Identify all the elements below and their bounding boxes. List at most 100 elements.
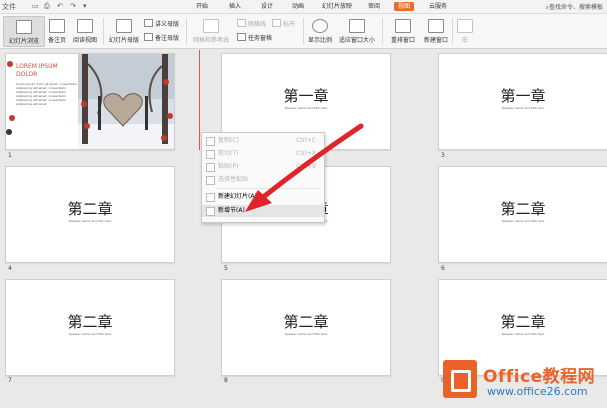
tab-insert[interactable]: 插入 [225, 2, 245, 11]
notes-page-button[interactable]: 备注页 [45, 19, 69, 44]
slide-master-label: 幻灯片母版 [108, 37, 139, 44]
menu-shortcut: Ctrl+V [296, 163, 316, 170]
menu-shortcut: Ctrl+C [296, 137, 316, 144]
divider [186, 18, 187, 44]
arrange-window-label: 重排窗口 [390, 37, 415, 44]
slide-thumbnail-8[interactable]: 第二章 Speaker name and title here [221, 279, 391, 376]
office-logo [443, 360, 477, 398]
rose-decoration [6, 61, 15, 135]
task-pane-label: 任务窗格 [248, 35, 273, 42]
grid-guides-label: 网格和参考线 [192, 37, 229, 44]
menu-item-new-section[interactable]: 新增节(A) [202, 205, 324, 217]
task-pane-button[interactable]: 任务窗格 [237, 33, 272, 42]
handout-master-label: 讲义母版 [155, 21, 180, 28]
slide-number-1: 1 [8, 152, 12, 159]
tab-review[interactable]: 审阅 [364, 2, 384, 11]
menu-item-paste-special[interactable]: 选择性粘贴 [202, 174, 324, 186]
ribbon: 幻灯片浏览 备注页 阅读视图 幻灯片母版 讲义母版 备注母版 网格和参考线 网格… [0, 14, 607, 49]
menu-item-cut[interactable]: 剪切(T) Ctrl+X [202, 148, 324, 160]
grid-guides-button[interactable]: 网格和参考线 [189, 19, 233, 44]
watermark-url: www.office26.com [487, 385, 588, 398]
watermark-brand: Office教程网 [483, 367, 596, 387]
slide-subtitle: Speaker name and title here [501, 219, 545, 223]
tab-cloud[interactable]: 云服务 [425, 2, 451, 11]
menu-separator [216, 188, 320, 189]
zoom-label: 显示比例 [307, 37, 332, 44]
reading-view-label: 阅读视图 [72, 37, 97, 44]
slide-number-3: 3 [441, 152, 445, 159]
undo-icon[interactable]: ↶ [57, 2, 63, 10]
divider [382, 18, 383, 44]
reading-view-icon [77, 19, 93, 33]
new-slide-icon [206, 193, 215, 202]
paste-special-icon [206, 176, 215, 185]
ruler-checkbox[interactable]: 标尺 [272, 19, 295, 28]
tab-home[interactable]: 开始 [192, 2, 212, 11]
fit-window-button[interactable]: 适应窗口大小 [337, 19, 377, 44]
slide-thumbnail-6[interactable]: 第二章 Speaker name and title here [438, 166, 607, 263]
gridlines-checkbox[interactable]: 网格线 [237, 19, 266, 28]
divider [452, 18, 453, 44]
slide-title: 第二章 [67, 200, 113, 218]
menu-label: 剪切(T) [218, 150, 239, 157]
arrange-window-button[interactable]: 重排窗口 [386, 19, 420, 44]
slide-number-6: 6 [441, 265, 445, 272]
slide-thumbnail-1[interactable]: LOREM IPSUM DOLOR Lorem ipsum dolor sit a… [5, 53, 175, 150]
menu-item-copy[interactable]: 复制(C) Ctrl+C [202, 135, 324, 147]
insertion-cursor [199, 50, 200, 150]
tab-view[interactable]: 视图 [394, 2, 415, 11]
slide-thumbnail-3[interactable]: 第一章 Speaker name and title here [438, 53, 607, 150]
winter-heart-photo [78, 54, 174, 149]
slide-title: 第二章 [283, 313, 329, 331]
print-icon[interactable]: ⎙ [44, 2, 50, 11]
macro-icon [457, 19, 473, 33]
notes-master-button[interactable]: 备注母版 [144, 33, 179, 42]
menu-label: 选择性粘贴 [218, 176, 249, 183]
search-text: 查找命令、搜索模板 [548, 4, 603, 11]
slide-thumbnail-4[interactable]: 第二章 Speaker name and title here [5, 166, 175, 263]
menu-shortcut: Ctrl+X [296, 150, 316, 157]
menu-item-paste[interactable]: 粘贴(P) Ctrl+V [202, 161, 324, 173]
grid-icon [203, 19, 219, 33]
slide-sorter-label: 幻灯片浏览 [8, 38, 39, 45]
slide-number-5: 5 [224, 265, 228, 272]
dropdown-icon[interactable]: ▾ [83, 2, 87, 10]
slide-title: 第二章 [500, 313, 546, 331]
new-section-icon [206, 207, 215, 216]
zoom-button[interactable]: 显示比例 [306, 19, 334, 44]
tab-slideshow[interactable]: 幻灯片放映 [318, 2, 356, 11]
menu-label: 粘贴(P) [218, 163, 239, 170]
slide-sorter-button[interactable]: 幻灯片浏览 [3, 16, 45, 47]
watermark: Office教程网 www.office26.com [443, 353, 607, 408]
notes-master-label: 备注母版 [155, 35, 180, 42]
checkbox-icon [237, 19, 246, 27]
slide-1-title: LOREM IPSUM DOLOR [16, 63, 58, 78]
redo-icon[interactable]: ↷ [70, 2, 76, 10]
divider [103, 18, 104, 44]
cut-icon [206, 150, 215, 159]
open-icon[interactable]: ▭ [32, 2, 39, 10]
slide-thumbnail-7[interactable]: 第二章 Speaker name and title here [5, 279, 175, 376]
handout-master-button[interactable]: 讲义母版 [144, 19, 179, 28]
new-window-button[interactable]: 新建窗口 [422, 19, 450, 44]
slide-master-button[interactable]: 幻灯片母版 [108, 19, 140, 44]
new-window-icon [428, 19, 444, 33]
tab-design[interactable]: 设计 [257, 2, 277, 11]
slide-title: 第一章 [283, 87, 329, 105]
macro-button[interactable]: 宏 [455, 19, 475, 44]
slide-title: 第二章 [67, 313, 113, 331]
slide-1-body: Lorem ipsum dolor sit amet, consectetur … [16, 82, 78, 106]
menu-item-new-slide[interactable]: 新建幻灯片(A) [202, 191, 324, 203]
slide-sorter-icon [16, 20, 32, 34]
context-menu: 复制(C) Ctrl+C 剪切(T) Ctrl+X 粘贴(P) Ctrl+V 选择性粘… [201, 132, 325, 223]
slide-number-8: 8 [224, 377, 228, 384]
tab-animation[interactable]: 动画 [288, 2, 308, 11]
arrange-window-icon [395, 19, 411, 33]
ruler-label: 标尺 [283, 21, 296, 28]
menu-label: 新增节(A) [218, 207, 245, 214]
file-menu[interactable]: 文件 [2, 2, 16, 12]
search-command[interactable]: ⌕查找命令、搜索模板 [546, 2, 603, 12]
menu-label: 新建幻灯片(A) [218, 193, 257, 200]
reading-view-button[interactable]: 阅读视图 [72, 19, 98, 44]
slide-subtitle: Speaker name and title here [501, 106, 545, 110]
